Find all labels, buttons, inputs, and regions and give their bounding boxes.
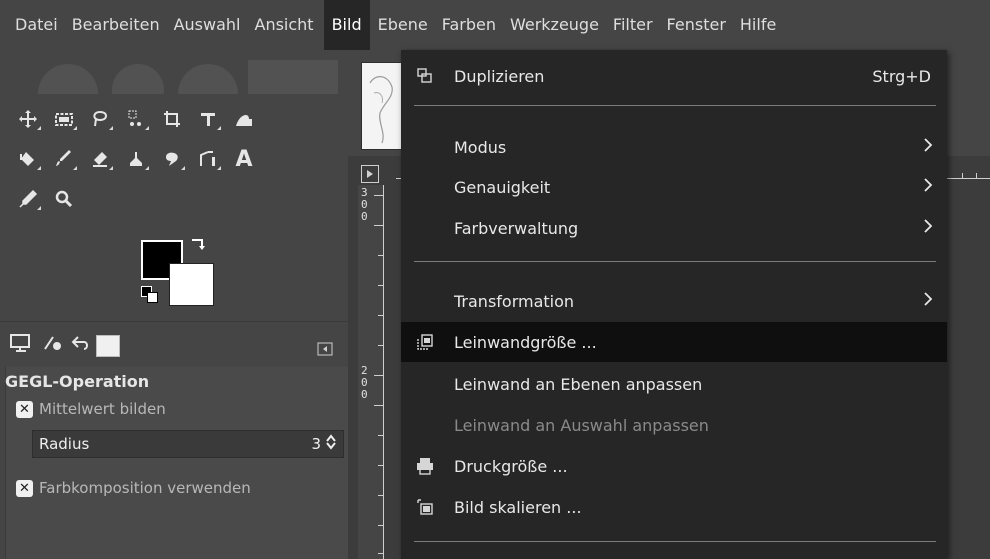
free-select-icon[interactable] [82, 102, 118, 136]
menu-item-label: Leinwand an Auswahl anpassen [454, 415, 709, 435]
menu-item-label: Leinwandgröße ... [454, 332, 597, 352]
menu-werkzeuge[interactable]: Werkzeuge [506, 0, 603, 50]
menu-item-druckgroesse[interactable]: Druckgröße ... [401, 447, 947, 485]
undo-history-tab-icon[interactable] [70, 333, 92, 358]
scale-image-icon [415, 497, 435, 517]
ruler-label: 0 [361, 210, 368, 223]
composite-checkbox-row[interactable]: ✕ Farbkomposition verwenden [16, 479, 251, 497]
average-label: Mittelwert bilden [39, 400, 166, 418]
crop-icon[interactable] [154, 102, 190, 136]
submenu-arrow-icon [923, 218, 933, 239]
menu-hilfe[interactable]: Hilfe [736, 0, 780, 50]
menu-item-leinwand-an-ebenen[interactable]: Leinwand an Ebenen anpassen [401, 365, 947, 403]
menu-item-label: Genauigkeit [454, 177, 551, 197]
device-status-tab-icon[interactable] [42, 333, 64, 358]
move-tool-icon[interactable] [10, 102, 46, 136]
paintbrush-icon[interactable] [46, 142, 82, 176]
menu-separator [414, 541, 936, 542]
menu-ansicht[interactable]: Ansicht [251, 0, 318, 50]
menu-item-label: Farbverwaltung [454, 218, 579, 238]
menu-bild[interactable]: Bild [323, 0, 370, 50]
path-icon[interactable] [190, 142, 226, 176]
tool-options-tab-icon[interactable] [10, 333, 32, 358]
menu-farben[interactable]: Farben [438, 0, 500, 50]
unified-transform-icon[interactable] [190, 102, 226, 136]
swap-colors-icon[interactable] [190, 236, 208, 259]
radius-spinscale[interactable]: Radius 3 [32, 430, 344, 458]
menu-item-transformation[interactable]: Transformation [401, 282, 947, 320]
average-checkbox[interactable]: ✕ [16, 400, 33, 418]
print-size-icon [415, 456, 435, 476]
text-icon[interactable]: A [226, 142, 262, 176]
menu-item-leinwandgroesse[interactable]: Leinwandgröße ... [401, 322, 947, 362]
menu-item-modus[interactable]: Modus [401, 128, 947, 166]
clone-icon[interactable] [118, 142, 154, 176]
menu-bar: Datei Bearbeiten Auswahl Ansicht Bild Eb… [0, 0, 990, 50]
vertical-ruler: 3 0 0 2 0 0 [358, 185, 384, 559]
image-thumbnail[interactable] [361, 62, 405, 150]
composite-label: Farbkomposition verwenden [39, 479, 251, 497]
menu-item-label: Transformation [454, 291, 575, 311]
navigate-icon[interactable] [361, 165, 379, 183]
menu-item-label: Modus [454, 137, 507, 157]
menu-item-label: Leinwand an Ebenen anpassen [454, 374, 703, 394]
wilber-decoration-icon [38, 60, 338, 94]
menu-datei[interactable]: Datei [11, 0, 62, 50]
smudge-icon[interactable] [154, 142, 190, 176]
bild-dropdown-menu: Duplizieren Strg+D Modus Genauigkeit Far… [401, 50, 947, 559]
menu-bearbeiten[interactable]: Bearbeiten [68, 0, 164, 50]
menu-item-genauigkeit[interactable]: Genauigkeit [401, 168, 947, 206]
submenu-arrow-icon [923, 137, 933, 158]
rect-select-icon[interactable] [46, 102, 82, 136]
zoom-icon[interactable] [46, 182, 82, 216]
menu-item-bild-skalieren[interactable]: Bild skalieren ... [401, 488, 947, 526]
menu-item-shortcut: Strg+D [872, 66, 931, 86]
duplicate-icon [415, 66, 435, 86]
tool-options-title: GEGL-Operation [5, 372, 150, 391]
average-checkbox-row[interactable]: ✕ Mittelwert bilden [16, 400, 166, 418]
bucket-fill-icon[interactable] [10, 142, 46, 176]
horizontal-ruler [946, 173, 990, 179]
menu-filter[interactable]: Filter [609, 0, 657, 50]
fuzzy-select-icon[interactable] [118, 102, 154, 136]
menu-ebene[interactable]: Ebene [374, 0, 432, 50]
dock-menu-icon[interactable] [317, 337, 333, 361]
composite-checkbox[interactable]: ✕ [16, 479, 33, 497]
menu-item-farbverwaltung[interactable]: Farbverwaltung [401, 209, 947, 247]
warp-icon[interactable] [226, 102, 262, 136]
radius-value[interactable]: 3 [311, 435, 321, 453]
menu-separator [414, 261, 936, 262]
menu-item-label: Druckgröße ... [454, 456, 568, 476]
submenu-arrow-icon [923, 291, 933, 312]
menu-item-duplizieren[interactable]: Duplizieren Strg+D [401, 57, 947, 95]
menu-item-label: Bild skalieren ... [454, 497, 582, 517]
menu-separator [414, 105, 936, 106]
menu-item-leinwand-an-auswahl[interactable]: Leinwand an Auswahl anpassen [401, 406, 947, 444]
eraser-icon[interactable] [82, 142, 118, 176]
color-picker-icon[interactable] [10, 182, 46, 216]
reset-colors-icon[interactable] [141, 286, 159, 304]
background-color-swatch[interactable] [169, 263, 214, 306]
spinner-arrows-icon[interactable] [325, 434, 337, 454]
dock-tab-bar [0, 321, 348, 367]
submenu-arrow-icon [923, 177, 933, 198]
menu-fenster[interactable]: Fenster [663, 0, 730, 50]
tool-options-panel [5, 367, 348, 559]
menu-item-label: Duplizieren [454, 66, 545, 86]
radius-label: Radius [39, 435, 90, 453]
ruler-label: 0 [361, 388, 368, 401]
canvas-size-icon [415, 332, 435, 352]
menu-auswahl[interactable]: Auswahl [170, 0, 245, 50]
images-tab-thumbnail[interactable] [96, 335, 120, 357]
